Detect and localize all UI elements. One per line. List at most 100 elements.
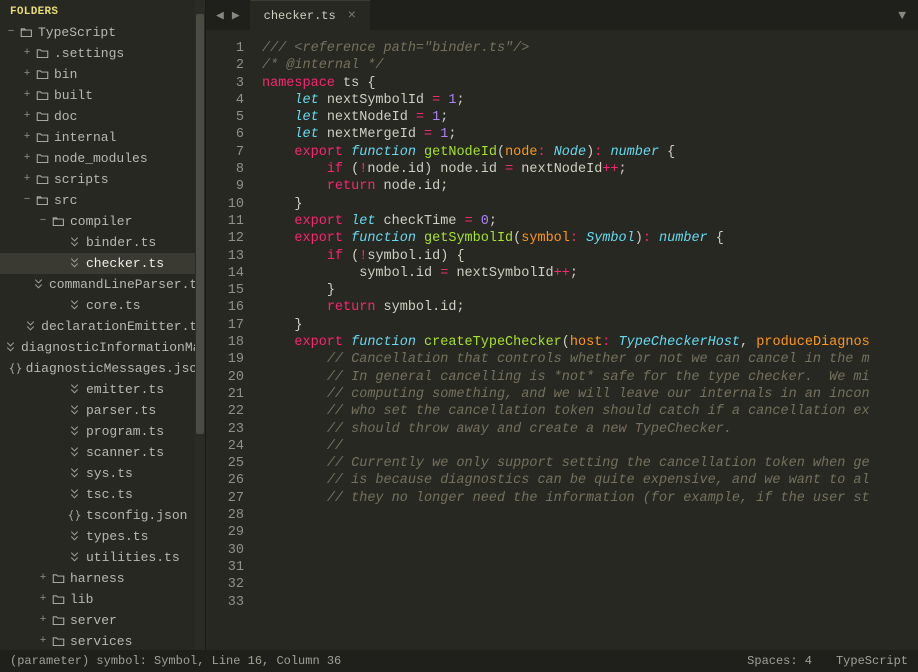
nav-forward-icon[interactable]: ▶	[232, 8, 240, 23]
code-line[interactable]: // they no longer need the information (…	[262, 490, 918, 507]
sidebar-scrollbar[interactable]	[195, 0, 205, 650]
folder-tree: −TypeScript+.settings+bin+built+doc+inte…	[0, 22, 205, 650]
expander-icon[interactable]: +	[20, 69, 34, 80]
tab-checker[interactable]: checker.ts ×	[250, 0, 370, 30]
status-spaces[interactable]: Spaces: 4	[747, 654, 812, 668]
editor[interactable]: 1234567891011121314151617181920212223242…	[206, 30, 918, 650]
gutter: 1234567891011121314151617181920212223242…	[206, 30, 262, 650]
expander-icon[interactable]: +	[20, 111, 34, 122]
tree-folder[interactable]: −src	[0, 190, 205, 211]
tree-folder[interactable]: +services	[0, 631, 205, 650]
expander-icon[interactable]: +	[36, 636, 50, 647]
code-line[interactable]: }	[262, 196, 918, 213]
expander-icon[interactable]: +	[36, 615, 50, 626]
tree-file[interactable]: binder.ts	[0, 232, 205, 253]
code-line[interactable]: // computing something, and we will leav…	[262, 386, 918, 403]
code-line[interactable]: // In general cancelling is *not* safe f…	[262, 369, 918, 386]
expander-icon[interactable]: −	[36, 216, 50, 227]
expander-icon[interactable]: +	[20, 90, 34, 101]
tree-file[interactable]: parser.ts	[0, 400, 205, 421]
code-line[interactable]: // who set the cancellation token should…	[262, 403, 918, 420]
code-line[interactable]: // should throw away and create a new Ty…	[262, 421, 918, 438]
tree-folder[interactable]: + doc	[0, 106, 205, 127]
folder-icon	[34, 131, 50, 144]
code-line[interactable]: /* @internal */	[262, 57, 918, 74]
tree-label: checker.ts	[86, 256, 164, 271]
tree-folder[interactable]: +internal	[0, 127, 205, 148]
code-line[interactable]: let nextSymbolId = 1;	[262, 92, 918, 109]
nav-back-icon[interactable]: ◀	[216, 8, 224, 23]
code-line[interactable]: // Cancellation that controls whether or…	[262, 351, 918, 368]
line-number: 31	[206, 559, 262, 576]
tree-file[interactable]: declarationEmitter.ts	[0, 316, 205, 337]
tree-file[interactable]: commandLineParser.ts	[0, 274, 205, 295]
tree-folder[interactable]: +.settings	[0, 43, 205, 64]
expander-icon[interactable]: +	[20, 174, 34, 185]
expander-icon[interactable]: +	[36, 594, 50, 605]
code-line[interactable]: /// <reference path="binder.ts"/>	[262, 40, 918, 57]
status-left[interactable]: (parameter) symbol: Symbol, Line 16, Col…	[10, 654, 341, 668]
line-number: 8	[206, 161, 262, 178]
tree-file[interactable]: tsc.ts	[0, 484, 205, 505]
code-line[interactable]: if (!symbol.id) {	[262, 248, 918, 265]
code-line[interactable]: }	[262, 282, 918, 299]
ts-icon	[66, 551, 82, 564]
tree-folder[interactable]: +node_modules	[0, 148, 205, 169]
tree-label: parser.ts	[86, 403, 156, 418]
code-line[interactable]: export function createTypeChecker(host: …	[262, 334, 918, 351]
tree-folder[interactable]: +server	[0, 610, 205, 631]
tree-folder[interactable]: −compiler	[0, 211, 205, 232]
tree-file[interactable]: tsconfig.json	[0, 505, 205, 526]
tree-folder[interactable]: +harness	[0, 568, 205, 589]
tabbar: ◀ ▶ checker.ts × ▼	[206, 0, 918, 30]
code-line[interactable]: let nextNodeId = 1;	[262, 109, 918, 126]
code-line[interactable]: }	[262, 317, 918, 334]
status-language[interactable]: TypeScript	[836, 654, 908, 668]
code-line[interactable]: let nextMergeId = 1;	[262, 126, 918, 143]
tree-label: scripts	[54, 172, 109, 187]
tree-file[interactable]: scanner.ts	[0, 442, 205, 463]
code-line[interactable]: return node.id;	[262, 178, 918, 195]
folder-icon	[34, 89, 50, 102]
ts-icon	[66, 530, 82, 543]
tree-label: doc	[54, 109, 77, 124]
tree-file[interactable]: program.ts	[0, 421, 205, 442]
expander-icon[interactable]: −	[20, 195, 34, 206]
tree-file[interactable]: utilities.ts	[0, 547, 205, 568]
code-line[interactable]: namespace ts {	[262, 75, 918, 92]
tree-folder[interactable]: +lib	[0, 589, 205, 610]
tree-file[interactable]: types.ts	[0, 526, 205, 547]
scrollbar-thumb[interactable]	[196, 14, 204, 434]
tree-folder[interactable]: +built	[0, 85, 205, 106]
expander-icon[interactable]: +	[36, 573, 50, 584]
code-line[interactable]: return symbol.id;	[262, 299, 918, 316]
code-content[interactable]: /// <reference path="binder.ts"/>/* @int…	[262, 30, 918, 650]
code-line[interactable]: if (!node.id) node.id = nextNodeId++;	[262, 161, 918, 178]
code-line[interactable]: // is because diagnostics can be quite e…	[262, 472, 918, 489]
tree-file[interactable]: sys.ts	[0, 463, 205, 484]
tabbar-menu-icon[interactable]: ▼	[886, 0, 918, 30]
tree-folder[interactable]: −TypeScript	[0, 22, 205, 43]
code-line[interactable]: symbol.id = nextSymbolId++;	[262, 265, 918, 282]
expander-icon[interactable]: −	[4, 27, 18, 38]
tree-file[interactable]: checker.ts	[0, 253, 205, 274]
code-line[interactable]: //	[262, 438, 918, 455]
code-line[interactable]: // Currently we only support setting the…	[262, 455, 918, 472]
tree-folder[interactable]: +bin	[0, 64, 205, 85]
tree-label: program.ts	[86, 424, 164, 439]
expander-icon[interactable]: +	[20, 132, 34, 143]
tree-file[interactable]: emitter.ts	[0, 379, 205, 400]
folder-icon	[34, 110, 50, 123]
tree-folder[interactable]: + scripts	[0, 169, 205, 190]
close-icon[interactable]: ×	[348, 8, 356, 24]
code-line[interactable]: export function getNodeId(node: Node): n…	[262, 144, 918, 161]
tree-file[interactable]: diagnosticMessages.json	[0, 358, 205, 379]
expander-icon[interactable]: +	[20, 48, 34, 59]
line-number: 14	[206, 265, 262, 282]
code-line[interactable]: export function getSymbolId(symbol: Symb…	[262, 230, 918, 247]
tree-label: utilities.ts	[86, 550, 180, 565]
code-line[interactable]: export let checkTime = 0;	[262, 213, 918, 230]
expander-icon[interactable]: +	[20, 153, 34, 164]
tree-file[interactable]: core.ts	[0, 295, 205, 316]
tree-file[interactable]: diagnosticInformationMap.generated.ts	[0, 337, 205, 358]
